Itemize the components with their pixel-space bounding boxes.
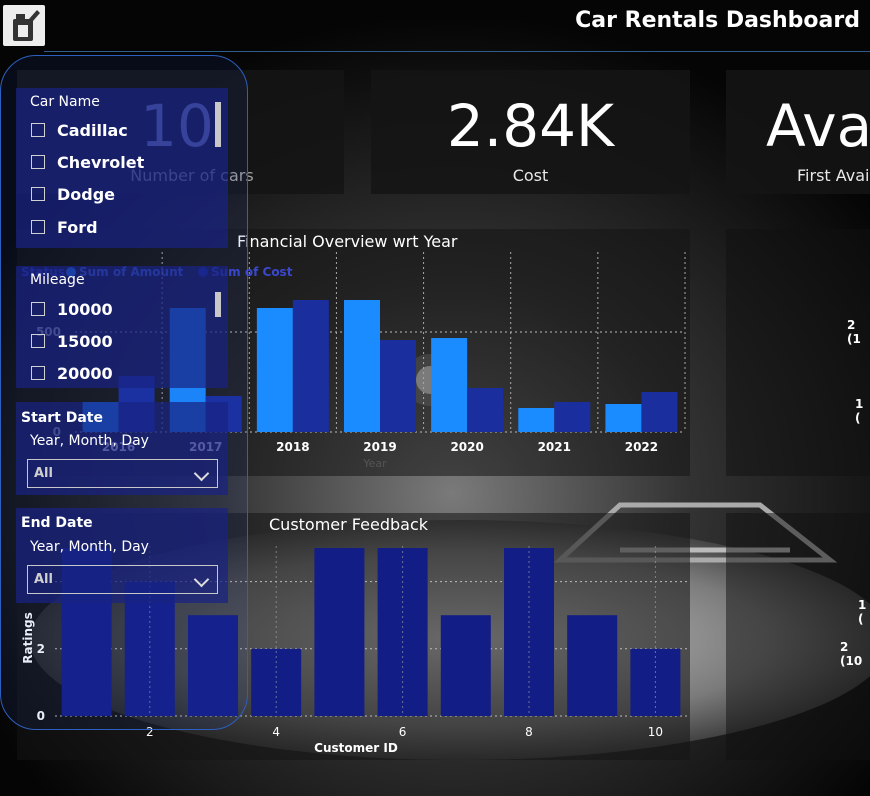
bar	[605, 404, 642, 432]
checkbox-icon[interactable]	[31, 366, 45, 380]
dropdown-value: All	[34, 466, 53, 481]
kpi-card-first-available[interactable]: Avai First Avail	[726, 70, 870, 194]
chevron-down-icon[interactable]	[193, 571, 210, 588]
x-tick-label: 2020	[450, 440, 483, 454]
x-axis-label: Year	[362, 457, 387, 470]
slicer-title: Start Date	[21, 410, 103, 426]
header-divider	[44, 51, 870, 52]
bar	[256, 308, 293, 432]
bar	[518, 408, 555, 432]
dropdown-value: All	[34, 572, 53, 587]
option-label: Ford	[57, 217, 98, 237]
end-date-dropdown[interactable]: All	[27, 565, 218, 594]
right-label: 2 (10	[840, 640, 863, 668]
bar	[567, 615, 618, 716]
checkbox-icon[interactable]	[31, 220, 45, 234]
kpi-label: First Avail	[797, 166, 870, 185]
kpi-value: Avai	[766, 92, 870, 160]
option-label: Cadillac	[57, 120, 128, 140]
checkbox-dodge[interactable]: Dodge	[31, 184, 115, 204]
x-tick-label: 2022	[625, 440, 658, 454]
slicer-title: Car Name	[30, 94, 100, 110]
dashboard-title: Car Rentals Dashboard	[575, 8, 860, 33]
slicer-title: End Date	[21, 515, 93, 531]
x-tick-label: 10	[648, 725, 663, 739]
checkbox-cadillac[interactable]: Cadillac	[31, 120, 128, 140]
scrollbar[interactable]	[215, 292, 221, 317]
kpi-value: 2.84K	[446, 92, 615, 160]
x-tick-label: 4	[272, 725, 280, 739]
checkbox-icon[interactable]	[31, 155, 45, 169]
option-label: 10000	[57, 299, 113, 319]
x-tick-label: 2021	[538, 440, 571, 454]
bar	[641, 392, 678, 432]
checkbox-icon[interactable]	[31, 187, 45, 201]
right-chart-card-top[interactable]: 2 (1 1 (	[726, 229, 870, 476]
car-name-slicer: Car Name Cadillac Chevrolet Dodge Ford	[16, 88, 228, 248]
x-tick-label: 2018	[276, 440, 309, 454]
bar	[431, 338, 468, 432]
checkbox-ford[interactable]: Ford	[31, 217, 98, 237]
bar	[344, 300, 380, 432]
fuel-can-icon	[13, 10, 40, 41]
x-axis-label: Customer ID	[314, 741, 398, 755]
slicer-subtitle: Year, Month, Day	[30, 539, 149, 555]
end-date-slicer: End Date Year, Month, Day All	[16, 508, 228, 603]
checkbox-icon[interactable]	[31, 334, 45, 348]
right-label: 1 (	[855, 397, 864, 425]
kpi-card-cost[interactable]: 2.84K Cost	[371, 70, 690, 194]
x-tick-label: 2019	[363, 440, 396, 454]
checkbox-icon[interactable]	[31, 123, 45, 137]
slicer-subtitle: Year, Month, Day	[30, 433, 149, 449]
chevron-down-icon[interactable]	[193, 465, 210, 482]
right-label: 1 (	[858, 598, 867, 626]
bar	[380, 340, 416, 432]
checkbox-chevrolet[interactable]: Chevrolet	[31, 152, 144, 172]
option-label: Chevrolet	[57, 152, 145, 172]
bar	[554, 402, 591, 432]
option-label: 15000	[57, 331, 113, 351]
scrollbar[interactable]	[215, 102, 221, 147]
bar	[467, 388, 504, 432]
bar	[440, 615, 491, 716]
kpi-label: Cost	[512, 166, 549, 185]
slicer-title: Mileage	[30, 272, 85, 288]
bar	[292, 300, 329, 432]
option-label: Dodge	[57, 184, 116, 204]
start-date-slicer: Start Date Year, Month, Day All	[16, 402, 228, 495]
x-tick-label: 8	[525, 725, 533, 739]
checkbox-10000[interactable]: 10000	[31, 299, 113, 319]
checkbox-15000[interactable]: 15000	[31, 331, 113, 351]
right-chart-card-bottom[interactable]: 1 ( 2 (10	[726, 513, 870, 760]
logo	[3, 5, 45, 46]
x-tick-label: 6	[399, 725, 407, 739]
bar	[314, 548, 365, 716]
mileage-slicer: Mileage 10000 15000 20000	[16, 266, 228, 388]
option-label: 20000	[57, 363, 113, 383]
start-date-dropdown[interactable]: All	[27, 459, 218, 488]
checkbox-icon[interactable]	[31, 302, 45, 316]
checkbox-20000[interactable]: 20000	[31, 363, 113, 383]
right-label: 2 (1	[847, 318, 861, 346]
